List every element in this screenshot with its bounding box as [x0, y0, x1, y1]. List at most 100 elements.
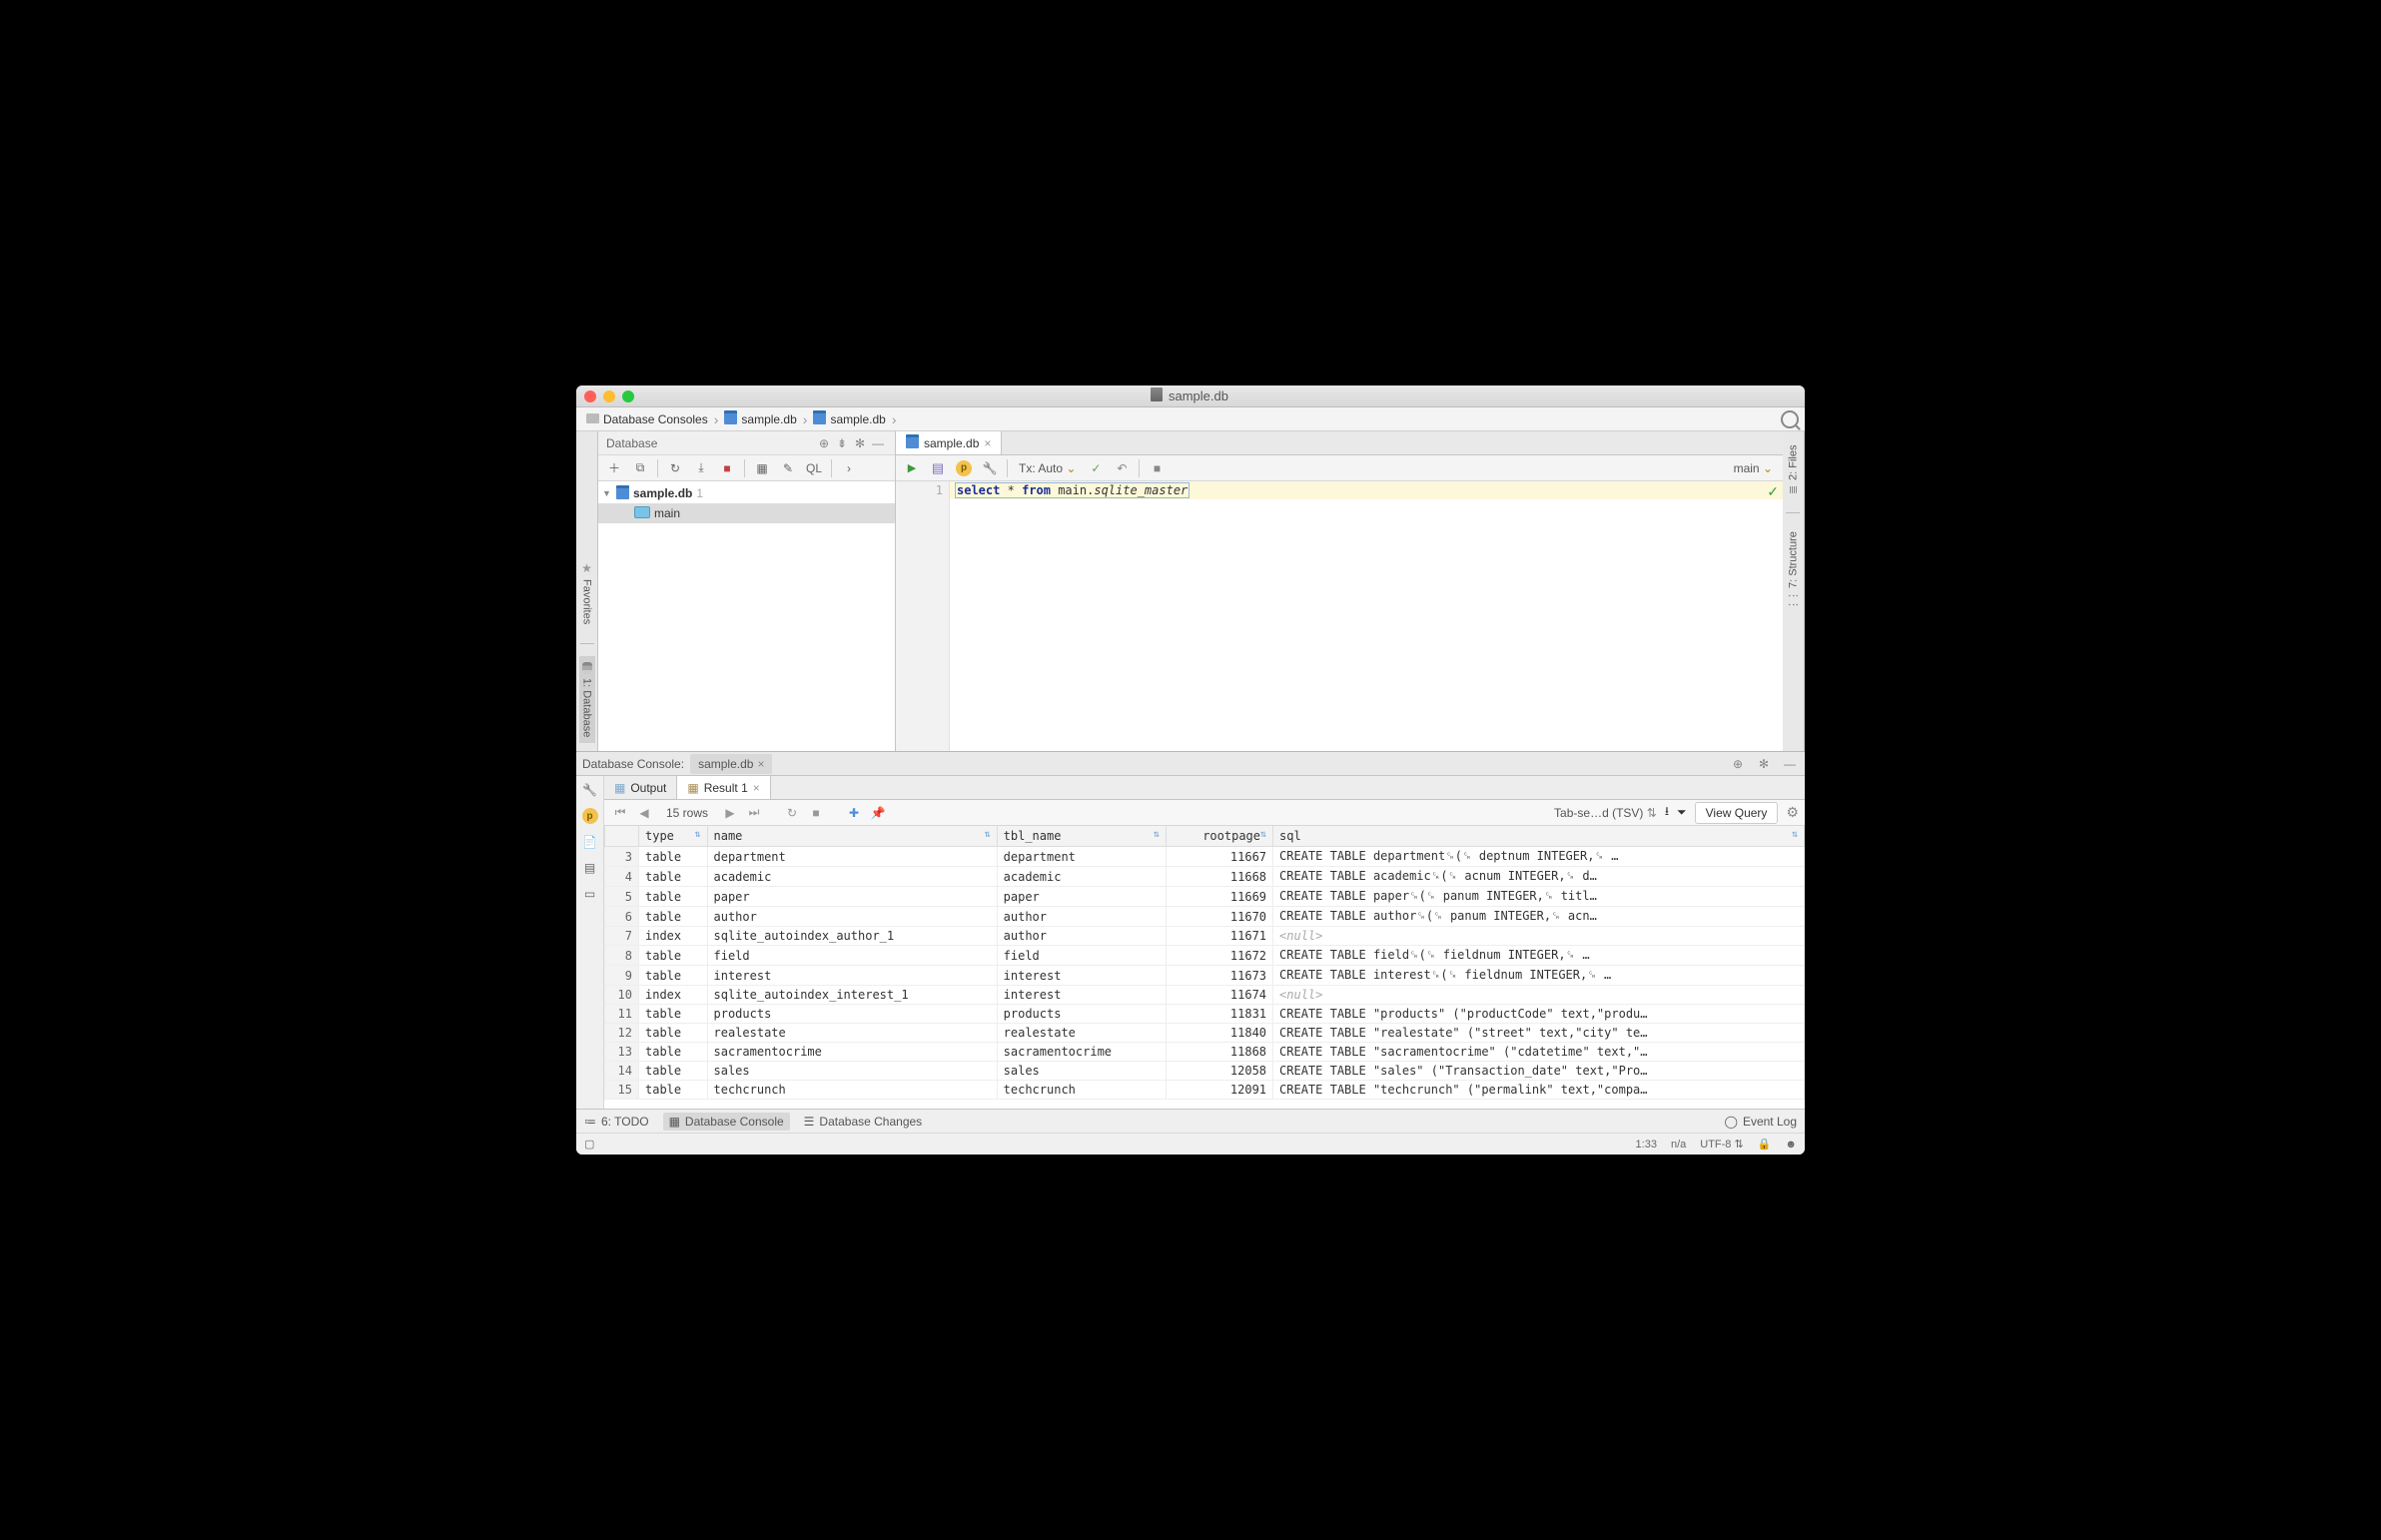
commit-button[interactable]: ✓: [1084, 457, 1108, 479]
cell-sql[interactable]: CREATE TABLE department␍(␍ deptnum INTEG…: [1273, 847, 1805, 867]
close-tab-button[interactable]: ×: [984, 436, 991, 450]
cell-rootpage[interactable]: 11669: [1166, 887, 1272, 907]
table-view-button[interactable]: ▦: [750, 457, 774, 479]
download-button[interactable]: ⭳: [1665, 802, 1669, 823]
cell-name[interactable]: academic: [707, 867, 997, 887]
console-session-tab[interactable]: sample.db ×: [690, 754, 772, 774]
column-header-sql[interactable]: sql⇅: [1273, 826, 1805, 847]
cell-tblname[interactable]: department: [997, 847, 1166, 867]
cell-tblname[interactable]: sales: [997, 1062, 1166, 1081]
first-page-button[interactable]: ⏮: [610, 803, 630, 823]
cell-tblname[interactable]: realestate: [997, 1024, 1166, 1043]
db-console-button[interactable]: ▦ Database Console: [663, 1113, 790, 1131]
zoom-window-button[interactable]: [622, 390, 634, 402]
cell-name[interactable]: paper: [707, 887, 997, 907]
expand-button[interactable]: ›: [837, 457, 861, 479]
cell-tblname[interactable]: sacramentocrime: [997, 1043, 1166, 1062]
cell-tblname[interactable]: interest: [997, 966, 1166, 986]
code-area[interactable]: select * from main.sqlite_master: [950, 481, 1783, 751]
todo-button[interactable]: ≔ 6: TODO: [584, 1115, 649, 1129]
cell-name[interactable]: sqlite_autoindex_author_1: [707, 927, 997, 946]
new-console-button[interactable]: 📄: [580, 832, 600, 852]
session-p-button[interactable]: p: [580, 806, 600, 826]
cell-sql[interactable]: CREATE TABLE interest␍(␍ fieldnum INTEGE…: [1273, 966, 1805, 986]
breadcrumb-root[interactable]: Database Consoles: [582, 410, 712, 428]
cell-sql[interactable]: CREATE TABLE author␍(␍ panum INTEGER,␍ a…: [1273, 907, 1805, 927]
cell-name[interactable]: techcrunch: [707, 1081, 997, 1100]
pin-button[interactable]: 📌: [868, 803, 888, 823]
gutter-database[interactable]: 1: Database: [579, 656, 595, 743]
close-window-button[interactable]: [584, 390, 596, 402]
schema-dropdown[interactable]: main ⌄: [1728, 461, 1779, 475]
cell-rootpage[interactable]: 11674: [1166, 986, 1272, 1005]
result-grid[interactable]: type⇅ name⇅ tbl_name⇅ rootpage⇅ sql⇅ 3ta…: [604, 826, 1805, 1109]
tx-mode-dropdown[interactable]: Tx: Auto ⌄: [1013, 461, 1082, 475]
ide-avatar-icon[interactable]: ☻: [1785, 1139, 1797, 1151]
cell-name[interactable]: realestate: [707, 1024, 997, 1043]
gutter-favorites[interactable]: Favorites: [578, 555, 596, 630]
settings-button[interactable]: [978, 457, 1002, 479]
cell-sql[interactable]: CREATE TABLE "sacramentocrime" ("cdateti…: [1273, 1043, 1805, 1062]
cell-name[interactable]: sales: [707, 1062, 997, 1081]
cell-rootpage[interactable]: 11671: [1166, 927, 1272, 946]
toggle-toolbars-button[interactable]: ▢: [584, 1138, 594, 1151]
tree-schema-row[interactable]: main: [598, 503, 895, 523]
cell-type[interactable]: table: [639, 1043, 708, 1062]
cell-name[interactable]: products: [707, 1005, 997, 1024]
result-settings-button[interactable]: [1786, 804, 1799, 821]
cell-rootpage[interactable]: 11868: [1166, 1043, 1272, 1062]
cell-type[interactable]: table: [639, 1081, 708, 1100]
cell-rootpage[interactable]: 11673: [1166, 966, 1272, 986]
add-row-button[interactable]: ✚: [844, 803, 864, 823]
stop-button[interactable]: ■: [806, 803, 826, 823]
cell-rootpage[interactable]: 12058: [1166, 1062, 1272, 1081]
prev-page-button[interactable]: ◀: [634, 803, 654, 823]
refresh-button[interactable]: ↻: [663, 457, 687, 479]
table-row[interactable]: 7indexsqlite_autoindex_author_1author116…: [605, 927, 1805, 946]
cell-sql[interactable]: CREATE TABLE "realestate" ("street" text…: [1273, 1024, 1805, 1043]
table-row[interactable]: 8tablefieldfield11672CREATE TABLE field␍…: [605, 946, 1805, 966]
last-page-button[interactable]: ⏭: [744, 803, 764, 823]
cell-sql[interactable]: CREATE TABLE "products" ("productCode" t…: [1273, 1005, 1805, 1024]
export-format-dropdown[interactable]: Tab-se…d (TSV) ⇅: [1554, 806, 1657, 820]
cell-tblname[interactable]: author: [997, 927, 1166, 946]
gear-icon[interactable]: ✻: [1755, 755, 1773, 773]
titlebar[interactable]: sample.db: [576, 385, 1805, 407]
db-changes-button[interactable]: ☰ Database Changes: [804, 1115, 923, 1129]
cell-tblname[interactable]: paper: [997, 887, 1166, 907]
cell-tblname[interactable]: field: [997, 946, 1166, 966]
sql-editor[interactable]: 1 select * from main.sqlite_master ✓: [896, 481, 1783, 751]
cell-name[interactable]: interest: [707, 966, 997, 986]
table-row[interactable]: 9tableinterestinterest11673CREATE TABLE …: [605, 966, 1805, 986]
cell-sql[interactable]: CREATE TABLE "techcrunch" ("permalink" t…: [1273, 1081, 1805, 1100]
close-icon[interactable]: ×: [757, 757, 764, 771]
column-header-tblname[interactable]: tbl_name⇅: [997, 826, 1166, 847]
output-tab[interactable]: Output: [604, 776, 677, 799]
cell-type[interactable]: table: [639, 847, 708, 867]
view-query-button[interactable]: View Query: [1695, 802, 1779, 824]
tree-root-row[interactable]: ▼ sample.db 1: [598, 483, 895, 503]
breadcrumb-item[interactable]: sample.db: [809, 408, 889, 429]
ql-console-button[interactable]: QL: [802, 457, 826, 479]
reload-button[interactable]: ↻: [782, 803, 802, 823]
cell-rootpage[interactable]: 11840: [1166, 1024, 1272, 1043]
column-header-rootpage[interactable]: rootpage⇅: [1166, 826, 1272, 847]
cell-name[interactable]: department: [707, 847, 997, 867]
cell-sql[interactable]: <null>: [1273, 986, 1805, 1005]
encoding-dropdown[interactable]: UTF-8 ⇅: [1700, 1138, 1743, 1151]
table-row[interactable]: 15tabletechcrunchtechcrunch12091CREATE T…: [605, 1081, 1805, 1100]
table-row[interactable]: 11tableproductsproducts11831CREATE TABLE…: [605, 1005, 1805, 1024]
cell-type[interactable]: index: [639, 927, 708, 946]
cell-rootpage[interactable]: 11672: [1166, 946, 1272, 966]
cell-rootpage[interactable]: 11670: [1166, 907, 1272, 927]
table-row[interactable]: 13tablesacramentocrimesacramentocrime118…: [605, 1043, 1805, 1062]
cell-type[interactable]: table: [639, 907, 708, 927]
disclosure-triangle-icon[interactable]: ▼: [602, 488, 612, 498]
rollback-button[interactable]: [1110, 457, 1134, 479]
table-row[interactable]: 4tableacademicacademic11668CREATE TABLE …: [605, 867, 1805, 887]
cell-sql[interactable]: CREATE TABLE "sales" ("Transaction_date"…: [1273, 1062, 1805, 1081]
sync-button[interactable]: ⤓: [689, 457, 713, 479]
cell-type[interactable]: table: [639, 966, 708, 986]
split-icon[interactable]: ⇟: [833, 434, 851, 452]
cell-name[interactable]: sqlite_autoindex_interest_1: [707, 986, 997, 1005]
